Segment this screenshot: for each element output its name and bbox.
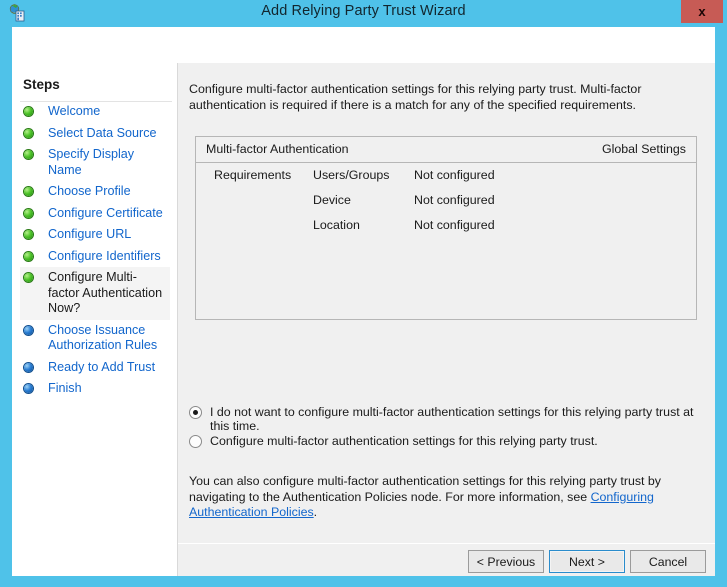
steps-heading: Steps [23,77,60,92]
step-bullet-green-icon [24,187,33,196]
table-row: Device Not configured [196,188,696,213]
radio-do-not-configure-mfa[interactable]: I do not want to configure multi-factor … [189,405,715,433]
window-edge-right [715,27,727,587]
sidebar-item-select-data-source[interactable]: Select Data Source [20,123,170,145]
requirement-name: Users/Groups [313,168,389,182]
window-edge-left [0,27,12,587]
radio-button-icon[interactable] [189,435,202,448]
wizard-footer: < Previous Next > Cancel [178,544,715,576]
step-bullet-green-icon [24,150,33,159]
intro-description: Configure multi-factor authentication se… [189,82,703,113]
sidebar-item-label: Select Data Source [48,126,157,140]
radio-label: I do not want to configure multi-factor … [189,405,715,433]
main-content: Configure multi-factor authentication se… [178,63,715,576]
requirements-table: Requirements Users/Groups Not configured… [196,163,696,238]
header-band [12,27,727,63]
panel-title: Multi-factor Authentication [206,142,349,156]
sidebar-item-specify-display-name[interactable]: Specify Display Name [20,144,170,181]
requirement-value: Not configured [414,218,495,232]
next-button[interactable]: Next > [549,550,625,573]
sidebar-item-choose-profile[interactable]: Choose Profile [20,181,170,203]
sidebar-item-choose-issuance-authorization-rules[interactable]: Choose Issuance Authorization Rules [20,320,170,357]
requirement-name: Location [313,218,360,232]
close-button[interactable]: x [681,0,723,23]
step-bullet-green-icon [24,209,33,218]
step-bullet-blue-icon [24,363,33,372]
requirements-group-label: Requirements [214,168,291,182]
sidebar-item-label: Configure Multi-factor Authentication No… [48,270,162,315]
panel-header: Multi-factor Authentication Global Setti… [196,137,696,163]
sidebar-item-label: Configure Identifiers [48,249,161,263]
note-paragraph: You can also configure multi-factor auth… [189,474,703,521]
sidebar-item-configure-certificate[interactable]: Configure Certificate [20,203,170,225]
sidebar-item-label: Configure URL [48,227,131,241]
sidebar-item-label: Configure Certificate [48,206,163,220]
sidebar-item-label: Choose Profile [48,184,131,198]
step-bullet-green-icon [24,273,33,282]
sidebar-item-configure-multifactor-authentication-now[interactable]: Configure Multi-factor Authentication No… [20,267,170,320]
step-bullet-green-icon [24,129,33,138]
step-bullet-blue-icon [24,326,33,335]
step-bullet-green-icon [24,107,33,116]
sidebar-item-label: Finish [48,381,82,395]
radio-configure-mfa[interactable]: Configure multi-factor authentication se… [189,434,598,448]
previous-button[interactable]: < Previous [468,550,544,573]
sidebar-item-label: Choose Issuance Authorization Rules [48,323,157,353]
requirement-value: Not configured [414,168,495,182]
wizard-window: Add Relying Party Trust Wizard x Steps W… [0,0,727,587]
table-row: Requirements Users/Groups Not configured [196,163,696,188]
steps-sidebar: Steps Welcome Select Data Source Specify… [12,63,178,576]
steps-list: Welcome Select Data Source Specify Displ… [12,101,178,400]
sidebar-item-configure-identifiers[interactable]: Configure Identifiers [20,246,170,268]
window-title: Add Relying Party Trust Wizard [0,3,727,19]
step-bullet-green-icon [24,230,33,239]
radio-button-icon[interactable] [189,406,202,419]
note-text-after: . [314,505,317,519]
requirement-name: Device [313,193,351,207]
radio-label: Configure multi-factor authentication se… [189,434,598,448]
window-edge-bottom [0,576,727,587]
table-row: Location Not configured [196,213,696,238]
sidebar-item-label: Specify Display Name [48,147,134,177]
step-bullet-blue-icon [24,384,33,393]
panel-scope-label: Global Settings [602,142,686,156]
step-bullet-green-icon [24,252,33,261]
sidebar-item-welcome[interactable]: Welcome [20,101,170,123]
multi-factor-authentication-panel: Multi-factor Authentication Global Setti… [195,136,697,320]
sidebar-item-configure-url[interactable]: Configure URL [20,224,170,246]
sidebar-item-ready-to-add-trust[interactable]: Ready to Add Trust [20,357,170,379]
sidebar-item-finish[interactable]: Finish [20,378,170,400]
requirement-value: Not configured [414,193,495,207]
sidebar-item-label: Welcome [48,104,100,118]
title-bar: Add Relying Party Trust Wizard x [0,0,727,27]
sidebar-item-label: Ready to Add Trust [48,360,155,374]
cancel-button[interactable]: Cancel [630,550,706,573]
